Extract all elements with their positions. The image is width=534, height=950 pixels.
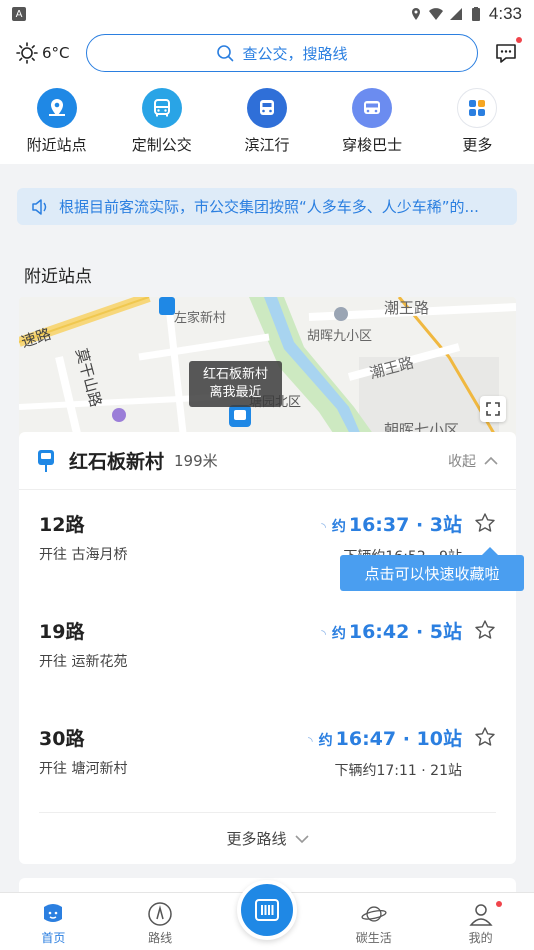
station-distance: 199米 bbox=[174, 452, 218, 470]
planet-icon bbox=[361, 901, 387, 927]
status-bar: A 4:33 bbox=[0, 0, 534, 28]
station-header: 红石板新村 199米 收起 bbox=[19, 432, 516, 490]
favorite-star-icon[interactable] bbox=[474, 512, 496, 534]
eta-approx: 约 bbox=[331, 519, 346, 535]
tab-carbon-life[interactable]: 碳生活 bbox=[339, 901, 409, 946]
signal-icon bbox=[449, 8, 462, 20]
unread-dot bbox=[495, 901, 502, 907]
route-eta: ◝ 约 16:37 · 3站 bbox=[321, 510, 462, 537]
speaker-icon bbox=[32, 198, 47, 215]
expand-icon bbox=[486, 402, 500, 416]
battery-icon bbox=[471, 7, 480, 21]
map-label: 左家新村 bbox=[174, 311, 227, 326]
nav-label: 更多 bbox=[462, 135, 493, 154]
sun-icon bbox=[16, 42, 38, 64]
collapse-label: 收起 bbox=[448, 453, 476, 470]
map-view[interactable]: 左家新村 胡晖九小区 潮王路 潮王路 速路 莫干山路 塘园北区 朝晖七小区 红石… bbox=[19, 297, 516, 442]
collapse-button[interactable]: 收起 bbox=[448, 451, 498, 471]
quick-nav: 附近站点 定制公交 滨江行 穿梭巴士 更多 bbox=[0, 78, 534, 164]
eta-approx: 约 bbox=[318, 733, 333, 749]
nav-label: 滨江行 bbox=[244, 135, 290, 154]
map-label: 胡晖九小区 bbox=[307, 329, 373, 344]
realtime-signal-icon: ◝ bbox=[321, 627, 326, 641]
tab-scan[interactable] bbox=[232, 880, 302, 946]
nav-label: 附近站点 bbox=[26, 135, 87, 154]
realtime-signal-icon: ◝ bbox=[321, 520, 326, 534]
route-destination: 开往 塘河新村 bbox=[39, 761, 128, 777]
eta-time: 16:47 · 10站 bbox=[335, 728, 462, 750]
tab-routes[interactable]: 路线 bbox=[125, 901, 195, 946]
weather-widget[interactable]: 6°C bbox=[16, 42, 86, 64]
home-face-icon bbox=[40, 901, 66, 927]
notification-app-icon: A bbox=[12, 7, 26, 21]
more-routes-button[interactable]: 更多路线 bbox=[39, 812, 496, 864]
search-placeholder: 查公交，搜路线 bbox=[242, 44, 348, 63]
message-button[interactable] bbox=[494, 37, 522, 65]
favorite-star-icon[interactable] bbox=[474, 619, 496, 641]
favorite-hint-tooltip[interactable]: 点击可以快速收藏啦 bbox=[340, 547, 524, 591]
bus-icon bbox=[141, 87, 182, 128]
unread-dot bbox=[516, 37, 522, 43]
grid-icon bbox=[457, 87, 498, 128]
section-title: 附近站点 bbox=[24, 267, 92, 287]
route-eta: ◝ 约 16:42 · 5站 bbox=[321, 617, 462, 644]
station-card: 红石板新村 199米 收起 12路 开往 古海月桥 ◝ 约 16:37 · 3站… bbox=[19, 432, 516, 864]
route-name: 12路 bbox=[39, 514, 85, 536]
map-label: 潮王路 bbox=[384, 299, 430, 317]
notice-text: 根据目前客流实际，市公交集团按照“人多车多、人少车稀”的... bbox=[59, 198, 479, 216]
tab-label: 首页 bbox=[41, 931, 66, 945]
chat-icon bbox=[496, 44, 516, 63]
compass-icon bbox=[147, 901, 173, 927]
nav-custom-bus[interactable]: 定制公交 bbox=[112, 87, 212, 155]
favorite-star-icon[interactable] bbox=[474, 726, 496, 748]
shuttle-bus-icon bbox=[352, 87, 393, 128]
route-name: 30路 bbox=[39, 728, 85, 750]
location-icon bbox=[411, 8, 420, 20]
temperature: 6°C bbox=[42, 44, 70, 62]
route-row[interactable]: 19路 开往 运新花苑 ◝ 约 16:42 · 5站 bbox=[39, 617, 496, 697]
realtime-signal-icon: ◝ bbox=[307, 734, 313, 748]
scan-button[interactable] bbox=[236, 880, 297, 940]
station-name: 红石板新村 bbox=[69, 451, 165, 473]
more-routes-label: 更多路线 bbox=[226, 830, 287, 848]
tooltip-station: 红石板新村 bbox=[203, 367, 269, 382]
bus-stop-icon bbox=[38, 449, 54, 472]
nav-binjiang[interactable]: 滨江行 bbox=[217, 87, 317, 155]
route-destination: 开往 运新花苑 bbox=[39, 654, 128, 670]
chevron-up-icon bbox=[484, 456, 498, 465]
top-bar: 6°C 查公交，搜路线 bbox=[0, 28, 534, 78]
eta-approx: 约 bbox=[331, 626, 346, 642]
map-pin-icon bbox=[36, 87, 77, 128]
nav-label: 穿梭巴士 bbox=[342, 135, 403, 154]
tab-mine[interactable]: 我的 bbox=[446, 901, 516, 946]
nav-nearby-stations[interactable]: 附近站点 bbox=[7, 87, 107, 155]
tab-label: 我的 bbox=[468, 931, 493, 945]
bottom-tab-bar: 首页 路线 碳生活 我的 bbox=[0, 880, 534, 950]
tooltip-note: 离我最近 bbox=[209, 385, 262, 400]
notice-banner[interactable]: 根据目前客流实际，市公交集团按照“人多车多、人少车稀”的... bbox=[17, 188, 517, 225]
search-icon bbox=[217, 45, 234, 62]
chevron-down-icon bbox=[294, 834, 309, 843]
route-eta: ◝ 约 16:47 · 10站 bbox=[308, 724, 462, 751]
eta-time: 16:42 · 5站 bbox=[348, 621, 462, 643]
route-name: 19路 bbox=[39, 621, 85, 643]
bus-front-icon bbox=[246, 87, 287, 128]
nav-label: 定制公交 bbox=[131, 135, 192, 154]
scan-code-icon bbox=[254, 899, 279, 921]
search-input[interactable]: 查公交，搜路线 bbox=[86, 34, 478, 72]
map-expand-button[interactable] bbox=[480, 396, 506, 422]
eta-time: 16:37 · 3站 bbox=[348, 514, 462, 536]
wifi-icon bbox=[428, 8, 443, 20]
map-tooltip: 红石板新村 离我最近 bbox=[189, 361, 283, 407]
route-row[interactable]: 30路 开往 塘河新村 ◝ 约 16:47 · 10站 下辆约17:11 · 2… bbox=[39, 724, 496, 804]
route-destination: 开往 古海月桥 bbox=[39, 547, 128, 563]
tab-label: 碳生活 bbox=[355, 931, 392, 945]
user-icon bbox=[468, 901, 494, 927]
tab-label: 路线 bbox=[148, 931, 173, 945]
nav-shuttle-bus[interactable]: 穿梭巴士 bbox=[322, 87, 422, 155]
tab-home[interactable]: 首页 bbox=[18, 901, 88, 946]
nav-more[interactable]: 更多 bbox=[427, 87, 527, 155]
clock: 4:33 bbox=[488, 4, 522, 23]
route-next-bus: 下辆约17:11 · 21站 bbox=[334, 763, 462, 779]
